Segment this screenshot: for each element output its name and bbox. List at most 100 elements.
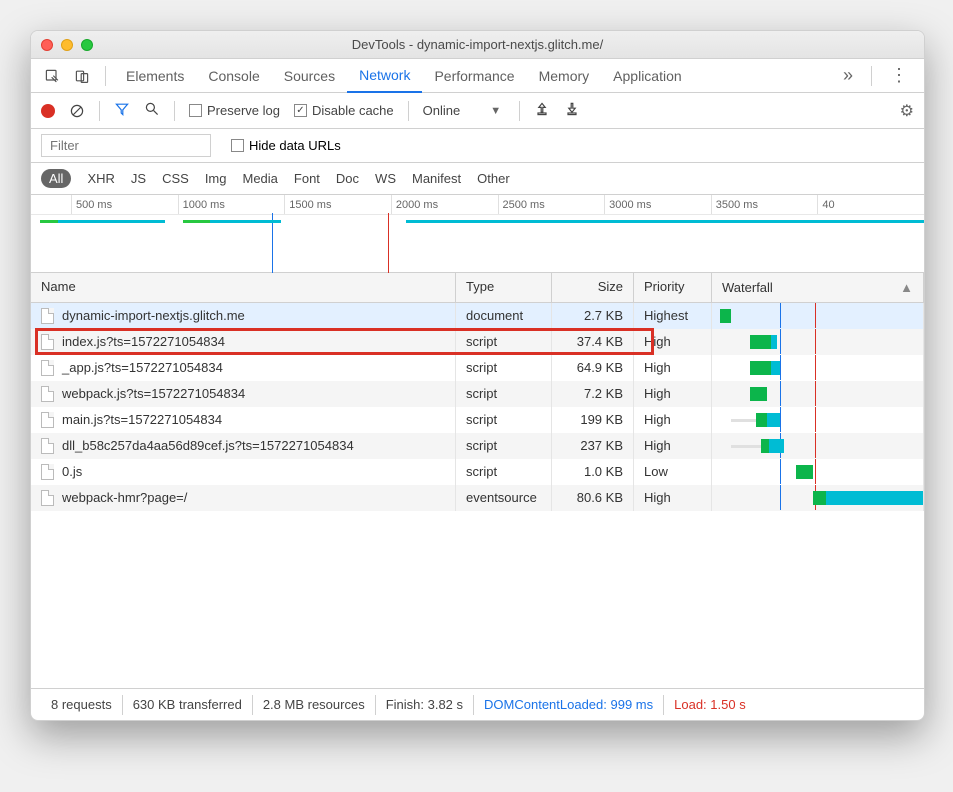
disable-cache-label: Disable cache (312, 103, 394, 118)
gear-icon[interactable]: ⚙ (900, 101, 914, 121)
hide-data-urls-checkbox[interactable]: Hide data URLs (231, 138, 341, 153)
status-bar: 8 requests 630 KB transferred 2.8 MB res… (31, 688, 924, 720)
cell-name: index.js?ts=1572271054834 (31, 329, 456, 355)
timeline-tick: 1500 ms (284, 195, 391, 214)
tab-console[interactable]: Console (196, 59, 271, 93)
filter-input[interactable] (41, 134, 211, 157)
cell-priority: High (634, 355, 712, 381)
file-icon (41, 360, 54, 376)
cell-name: webpack.js?ts=1572271054834 (31, 381, 456, 407)
cell-priority: High (634, 407, 712, 433)
filter-type-js[interactable]: JS (131, 171, 146, 186)
cell-size: 237 KB (552, 433, 634, 459)
timeline-tick: 500 ms (71, 195, 178, 214)
cell-waterfall (712, 329, 924, 355)
more-tabs-icon[interactable]: » (833, 65, 863, 86)
preserve-log-label: Preserve log (207, 103, 280, 118)
col-name[interactable]: Name (31, 273, 456, 302)
timeline-overview[interactable]: 500 ms1000 ms1500 ms2000 ms2500 ms3000 m… (31, 195, 924, 273)
col-size[interactable]: Size (552, 273, 634, 302)
panel-tabs: ElementsConsoleSourcesNetworkPerformance… (31, 59, 924, 93)
file-icon (41, 308, 54, 324)
cell-name: dynamic-import-nextjs.glitch.me (31, 303, 456, 329)
cell-size: 64.9 KB (552, 355, 634, 381)
maximize-button[interactable] (81, 39, 93, 51)
filter-type-other[interactable]: Other (477, 171, 510, 186)
hide-data-urls-label: Hide data URLs (249, 138, 341, 153)
table-row[interactable]: webpack-hmr?page=/ eventsource 80.6 KB H… (31, 485, 924, 511)
search-icon[interactable] (144, 101, 160, 120)
filter-type-all[interactable]: All (41, 169, 71, 188)
cell-type: script (456, 381, 552, 407)
clear-button[interactable] (69, 103, 85, 119)
minimize-button[interactable] (61, 39, 73, 51)
col-type[interactable]: Type (456, 273, 552, 302)
cell-size: 1.0 KB (552, 459, 634, 485)
cell-name: main.js?ts=1572271054834 (31, 407, 456, 433)
tab-performance[interactable]: Performance (422, 59, 526, 93)
col-priority[interactable]: Priority (634, 273, 712, 302)
inspect-element-icon[interactable] (37, 61, 67, 91)
cell-name: _app.js?ts=1572271054834 (31, 355, 456, 381)
table-row[interactable]: main.js?ts=1572271054834 script 199 KB H… (31, 407, 924, 433)
cell-waterfall (712, 459, 924, 485)
cell-waterfall (712, 355, 924, 381)
tab-sources[interactable]: Sources (272, 59, 347, 93)
filter-type-img[interactable]: Img (205, 171, 227, 186)
status-finish: Finish: 3.82 s (376, 695, 474, 715)
filter-type-doc[interactable]: Doc (336, 171, 359, 186)
tab-elements[interactable]: Elements (114, 59, 196, 93)
cell-priority: High (634, 485, 712, 511)
cell-waterfall (712, 433, 924, 459)
download-har-icon[interactable] (564, 101, 580, 120)
tab-memory[interactable]: Memory (527, 59, 602, 93)
cell-type: script (456, 329, 552, 355)
requests-table: Name Type Size Priority Waterfall ▲ dyna… (31, 273, 924, 688)
cell-waterfall (712, 407, 924, 433)
timeline-tick: 40 (817, 195, 924, 214)
table-row[interactable]: webpack.js?ts=1572271054834 script 7.2 K… (31, 381, 924, 407)
filter-type-font[interactable]: Font (294, 171, 320, 186)
timeline-tick: 2500 ms (498, 195, 605, 214)
filter-type-manifest[interactable]: Manifest (412, 171, 461, 186)
throttle-select[interactable]: Online ▼ (423, 103, 505, 118)
cell-size: 80.6 KB (552, 485, 634, 511)
filter-toggle-icon[interactable] (114, 101, 130, 120)
request-type-filters: All XHR JS CSS Img Media Font Doc WS Manifest Othe… (31, 163, 924, 195)
cell-size: 2.7 KB (552, 303, 634, 329)
close-button[interactable] (41, 39, 53, 51)
cell-type: script (456, 407, 552, 433)
upload-har-icon[interactable] (534, 101, 550, 120)
table-row[interactable]: 0.js script 1.0 KB Low (31, 459, 924, 485)
cell-size: 199 KB (552, 407, 634, 433)
cell-type: script (456, 459, 552, 485)
cell-size: 37.4 KB (552, 329, 634, 355)
tab-application[interactable]: Application (601, 59, 694, 93)
table-row[interactable]: index.js?ts=1572271054834 script 37.4 KB… (31, 329, 924, 355)
record-button[interactable] (41, 104, 55, 118)
preserve-log-checkbox[interactable]: Preserve log (189, 103, 280, 118)
device-toggle-icon[interactable] (67, 61, 97, 91)
window-title: DevTools - dynamic-import-nextjs.glitch.… (41, 37, 914, 52)
file-icon (41, 412, 54, 428)
cell-priority: Highest (634, 303, 712, 329)
timeline-tick: 3000 ms (604, 195, 711, 214)
cell-type: script (456, 355, 552, 381)
table-row[interactable]: _app.js?ts=1572271054834 script 64.9 KB … (31, 355, 924, 381)
table-row[interactable]: dll_b58c257da4aa56d89cef.js?ts=157227105… (31, 433, 924, 459)
file-icon (41, 386, 54, 402)
filter-type-media[interactable]: Media (242, 171, 277, 186)
tab-network[interactable]: Network (347, 59, 422, 93)
filter-type-xhr[interactable]: XHR (87, 171, 114, 186)
col-waterfall[interactable]: Waterfall ▲ (712, 273, 924, 302)
cell-type: document (456, 303, 552, 329)
cell-name: 0.js (31, 459, 456, 485)
disable-cache-checkbox[interactable]: ✓Disable cache (294, 103, 394, 118)
filter-bar: Hide data URLs (31, 129, 924, 163)
timeline-tick: 1000 ms (178, 195, 285, 214)
table-row[interactable]: dynamic-import-nextjs.glitch.me document… (31, 303, 924, 329)
filter-type-css[interactable]: CSS (162, 171, 189, 186)
filter-type-ws[interactable]: WS (375, 171, 396, 186)
kebab-menu-icon[interactable]: ⋮ (880, 65, 918, 86)
cell-waterfall (712, 485, 924, 511)
